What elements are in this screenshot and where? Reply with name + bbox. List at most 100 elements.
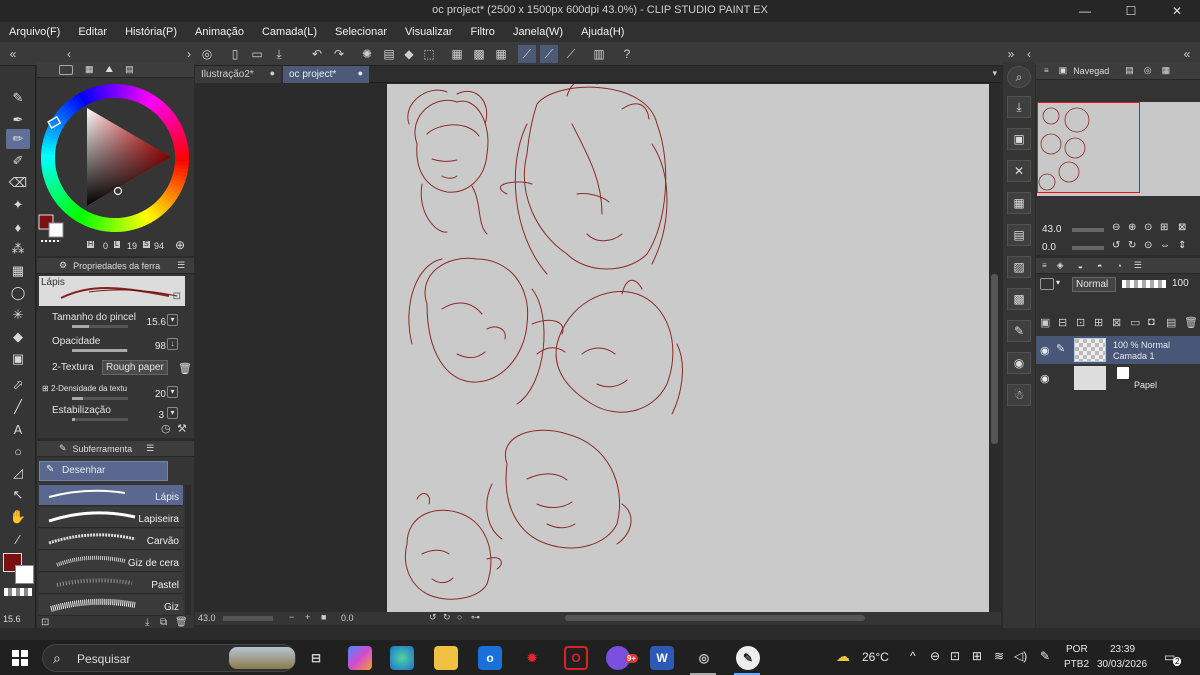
navigator-flip-h-icon[interactable]: ⇔ bbox=[1160, 240, 1170, 251]
menu-filtro[interactable]: Filtro bbox=[461, 26, 503, 38]
decoration-tool-icon[interactable]: ✦ bbox=[6, 195, 30, 215]
magic-wand-icon[interactable]: ✳ bbox=[6, 305, 30, 325]
color-panel-options-icon[interactable]: ⊕ bbox=[175, 238, 185, 252]
minimize-button[interactable]: — bbox=[1062, 0, 1108, 22]
navigator-rotate-right-icon[interactable]: ↻ bbox=[1128, 240, 1136, 251]
layer-property-icon[interactable]: ▣ bbox=[1007, 128, 1031, 150]
image-icon[interactable]: ▨ bbox=[1007, 256, 1031, 278]
new-folder-icon[interactable]: ▤ bbox=[1166, 316, 1176, 329]
subview-tab-icon[interactable]: ▤ bbox=[1125, 65, 1134, 76]
zoom-in-icon[interactable]: + bbox=[305, 612, 310, 622]
eraser-tool-icon[interactable]: ⌫ bbox=[6, 173, 30, 193]
maximize-button[interactable]: ☐ bbox=[1108, 0, 1154, 22]
subtool-settings-icon[interactable]: ⊡ bbox=[41, 617, 49, 628]
task-view-icon[interactable]: ⊟ bbox=[304, 646, 328, 670]
texture-density-bar[interactable] bbox=[72, 397, 128, 400]
reset-rotation-icon[interactable]: ○ bbox=[457, 612, 462, 622]
layer-row-papel[interactable]: ◉ Papel bbox=[1036, 364, 1200, 392]
frame-tool-icon[interactable]: ▦ bbox=[6, 261, 30, 281]
brush-lapis[interactable]: Lápis bbox=[39, 485, 183, 506]
opera-icon[interactable]: O bbox=[564, 646, 588, 670]
camera-icon[interactable]: ◉ bbox=[1007, 352, 1031, 374]
grid-icon[interactable]: ▦ bbox=[492, 45, 510, 63]
blend-mode-select[interactable]: Normal bbox=[1072, 277, 1116, 292]
loading-icon[interactable]: ✺ bbox=[358, 45, 376, 63]
rotation-value[interactable]: 0.0 bbox=[341, 613, 354, 623]
transform-icon[interactable]: ⬚ bbox=[420, 45, 438, 63]
stabilization-bar[interactable] bbox=[72, 418, 128, 421]
subtool-import-icon[interactable]: ⤓ bbox=[145, 617, 149, 628]
layer-panel-collapse-icon[interactable]: ≡ bbox=[1042, 261, 1047, 270]
reset-icon[interactable]: ◷ bbox=[161, 422, 171, 435]
pages-icon[interactable]: ▥ bbox=[590, 45, 608, 63]
help-icon[interactable]: ? bbox=[618, 45, 636, 63]
brush-size-toggle-icon[interactable]: ▾ bbox=[167, 314, 178, 326]
line-tool-icon[interactable]: ╱ bbox=[6, 397, 30, 417]
animation-tab-icon[interactable]: ◔ bbox=[1116, 261, 1121, 271]
brush-carvao[interactable]: Carvão bbox=[39, 529, 183, 550]
texture-density-toggle-icon[interactable]: ▾ bbox=[167, 386, 178, 398]
layer-mask-icon[interactable]: ⊠ bbox=[1112, 316, 1121, 329]
material-icon[interactable]: ⤓ bbox=[1007, 96, 1031, 118]
new-vector-layer-icon[interactable]: ◘ bbox=[1148, 316, 1155, 328]
color-set-tab-icon[interactable]: ▦ bbox=[85, 64, 94, 75]
menu-editar[interactable]: Editar bbox=[69, 26, 116, 38]
expand-right-icon[interactable]: « bbox=[1178, 45, 1196, 63]
brush-giz-de-cera[interactable]: Giz de cera bbox=[39, 551, 183, 572]
new-file-icon[interactable]: ▯ bbox=[226, 45, 244, 63]
wifi-icon[interactable]: ≋ bbox=[994, 649, 1004, 663]
property-opacity[interactable]: Opacidade 98 ↓ bbox=[52, 336, 194, 354]
property-stabilization[interactable]: Estabilização 3 ▾ bbox=[52, 405, 194, 423]
pen-tool-icon[interactable]: ✎ bbox=[6, 88, 30, 108]
menu-historia[interactable]: História(P) bbox=[116, 26, 186, 38]
rotate-left-icon[interactable]: ↺ bbox=[429, 612, 437, 623]
layer-reference-icon[interactable]: ⊟ bbox=[1058, 316, 1067, 329]
chevron-left-icon[interactable]: ‹ bbox=[60, 45, 78, 63]
navigator-preview[interactable] bbox=[1037, 102, 1200, 196]
hand-tool-icon[interactable]: ✋ bbox=[6, 507, 30, 527]
clock-date[interactable]: 30/03/2026 bbox=[1097, 659, 1147, 670]
clip-studio-paint-taskbar-icon[interactable]: ✎ bbox=[736, 646, 760, 670]
opacity-value[interactable]: 98 bbox=[155, 341, 166, 352]
navigator-zoom-in-icon[interactable]: ⊕ bbox=[1128, 222, 1136, 233]
fill-icon[interactable]: ◆ bbox=[400, 45, 418, 63]
panel-sub-color[interactable] bbox=[48, 222, 64, 238]
visibility-eye-icon[interactable]: ◉ bbox=[1040, 344, 1050, 357]
fill-tool-icon[interactable]: ◆ bbox=[6, 327, 30, 347]
outlook-icon[interactable]: o bbox=[478, 646, 502, 670]
lasso-tool-icon[interactable]: ◯ bbox=[6, 283, 30, 303]
game-app-icon[interactable]: ✹ bbox=[520, 646, 544, 670]
clock-time[interactable]: 23:39 bbox=[1110, 644, 1135, 655]
image-panel-icon[interactable]: ▤ bbox=[1007, 224, 1031, 246]
texture-density-expand-icon[interactable]: ⊞ bbox=[42, 384, 49, 393]
messenger-icon[interactable]: 9+ bbox=[606, 646, 638, 670]
vertical-scroll-thumb[interactable] bbox=[991, 274, 998, 444]
lock-icon[interactable]: ⊡ bbox=[173, 291, 181, 302]
pencil-tool-icon[interactable]: ✏ bbox=[6, 129, 30, 149]
trash-icon[interactable]: 🗑 bbox=[178, 362, 192, 375]
zoom-slider[interactable] bbox=[223, 616, 273, 621]
blend-tool-icon[interactable]: ♦ bbox=[6, 217, 30, 237]
horizontal-scroll-thumb[interactable] bbox=[565, 615, 865, 621]
sub-color-swatch[interactable] bbox=[15, 565, 34, 584]
layer-color-icon[interactable] bbox=[1040, 278, 1054, 290]
opacity-bar[interactable] bbox=[72, 349, 128, 352]
navigator-zoom-out-icon[interactable]: ⊖ bbox=[1112, 222, 1120, 233]
brush-pastel[interactable]: Pastel bbox=[39, 573, 183, 594]
navigator-reset-icon[interactable]: ⊙ bbox=[1144, 240, 1152, 251]
snap-special-ruler-icon[interactable]: ⟋ bbox=[540, 45, 558, 63]
layer-lock-transparent-icon[interactable]: ⊞ bbox=[1094, 316, 1103, 329]
opacity-dropdown-icon[interactable]: ↓ bbox=[167, 338, 178, 350]
brush-size-bar[interactable] bbox=[72, 325, 128, 328]
canvas-vertical-scrollbar[interactable] bbox=[990, 84, 999, 612]
navigator-zoom-value[interactable]: 43.0 bbox=[1042, 224, 1061, 235]
navigator-angle-value[interactable]: 0.0 bbox=[1042, 242, 1056, 253]
drawing-canvas[interactable] bbox=[387, 78, 989, 612]
new-raster-layer-icon[interactable]: ▭ bbox=[1130, 316, 1140, 329]
texture-select[interactable]: Rough paper bbox=[102, 360, 168, 375]
menu-visualizar[interactable]: Visualizar bbox=[396, 26, 462, 38]
fit-icon[interactable]: ■ bbox=[321, 612, 326, 622]
menu-animacao[interactable]: Animação bbox=[186, 26, 253, 38]
tabs-dropdown-icon[interactable]: ▾ bbox=[992, 68, 997, 79]
navigator-rotate-left-icon[interactable]: ↺ bbox=[1112, 240, 1120, 251]
